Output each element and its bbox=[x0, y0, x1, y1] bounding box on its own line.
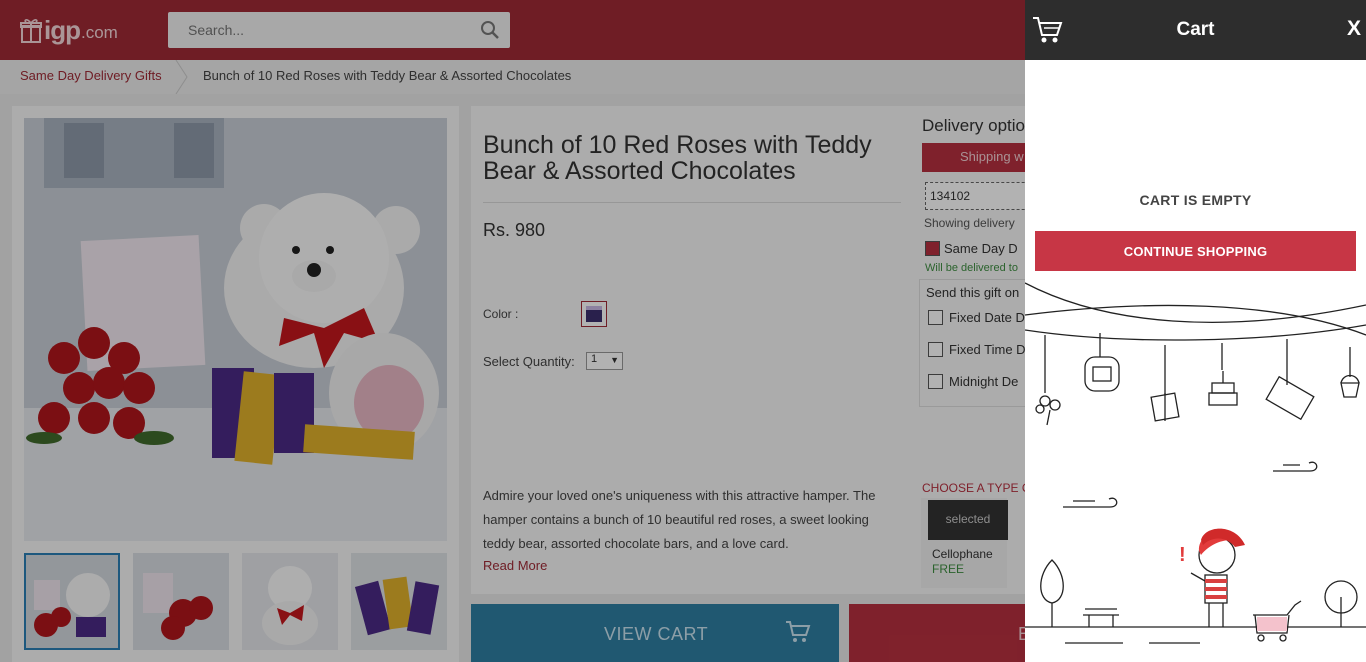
cart-drawer: Cart X CART IS EMPTY CONTINUE SHOPPING ! bbox=[1025, 0, 1366, 662]
empty-cart-illustration: ! bbox=[1025, 282, 1366, 644]
continue-shopping-button[interactable]: CONTINUE SHOPPING bbox=[1035, 231, 1356, 271]
cart-empty-message: CART IS EMPTY bbox=[1139, 192, 1252, 208]
close-button[interactable]: X bbox=[1347, 17, 1361, 41]
product-page: igp .com Same Day Delivery Gifts Bunch o… bbox=[0, 0, 1366, 662]
svg-text:!: ! bbox=[1179, 544, 1186, 566]
cart-title: Cart bbox=[1176, 19, 1215, 40]
dim-overlay[interactable] bbox=[0, 0, 1025, 662]
cart-header: Cart X bbox=[1025, 0, 1366, 60]
